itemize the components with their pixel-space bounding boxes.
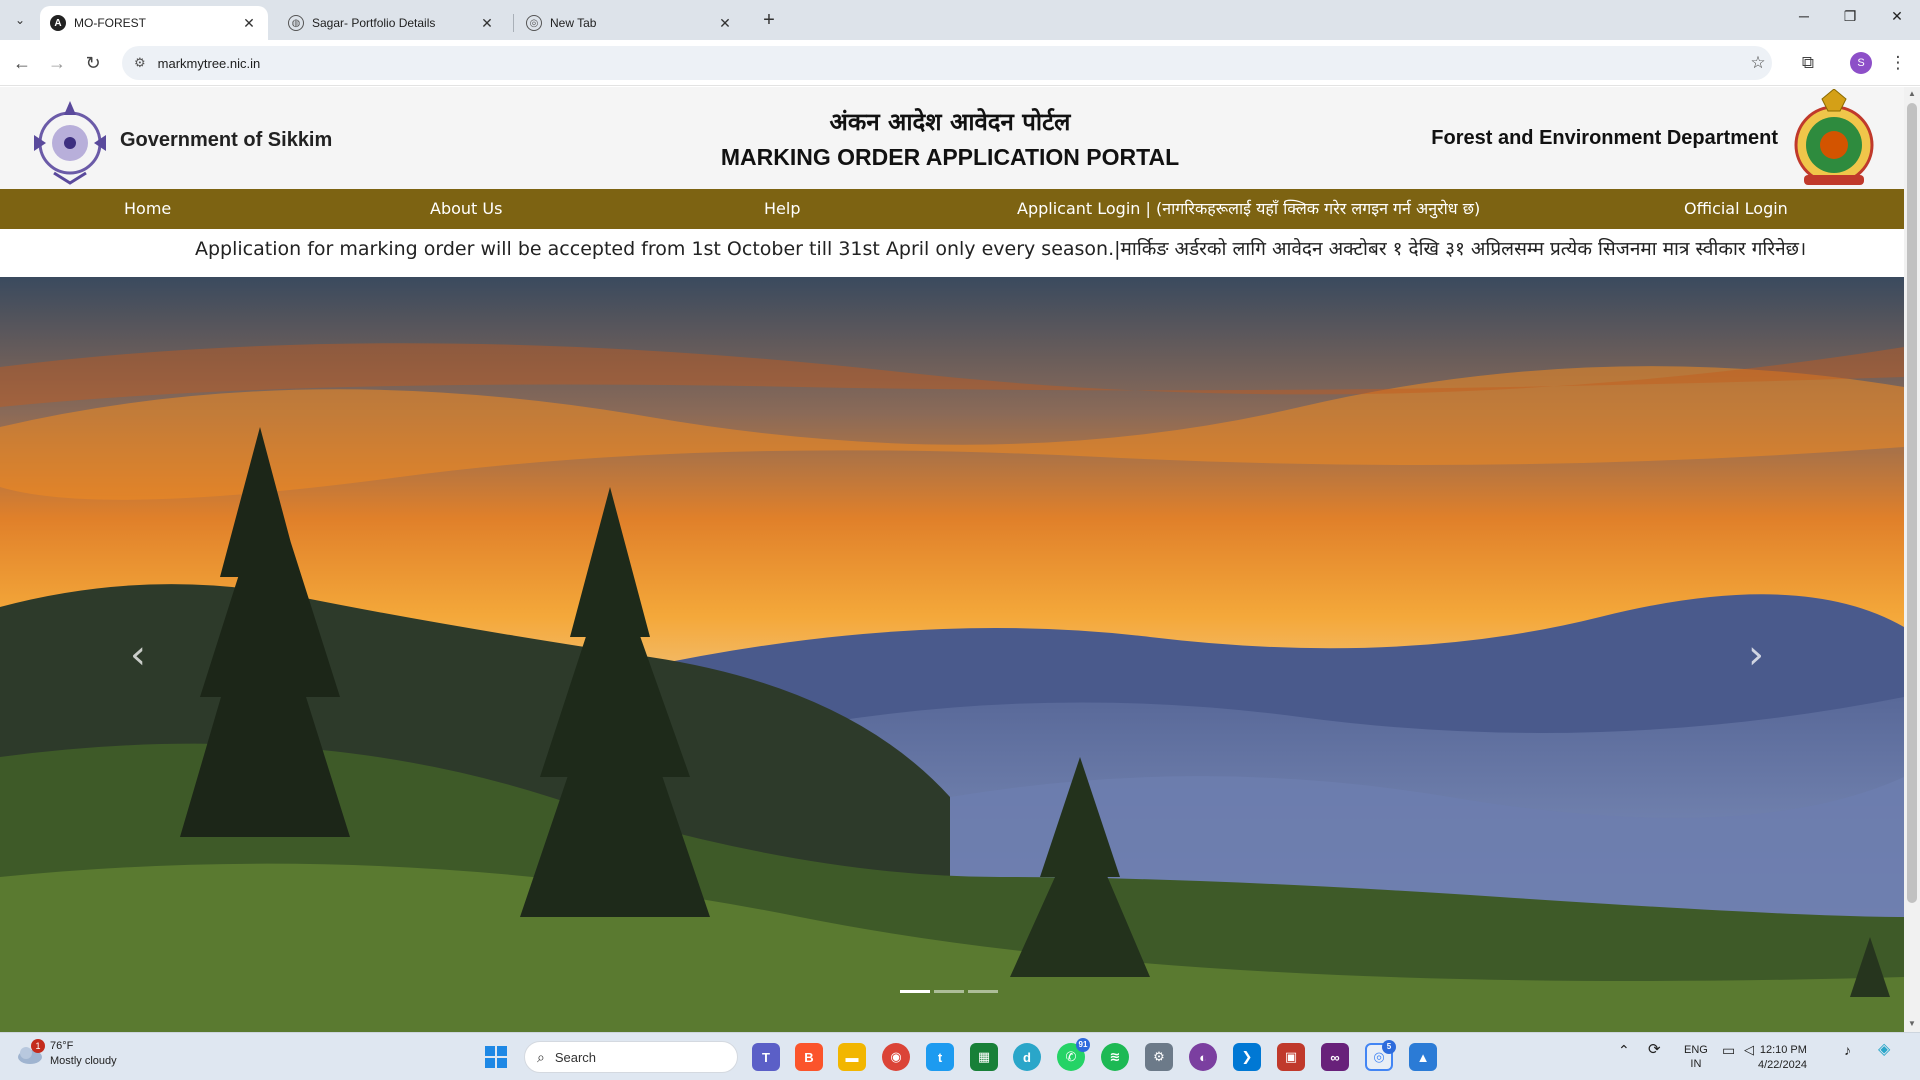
vscode-icon[interactable]: ❯: [1233, 1043, 1261, 1071]
app-d-icon[interactable]: d: [1013, 1043, 1041, 1071]
twitter-icon[interactable]: t: [926, 1043, 954, 1071]
tab-new-tab[interactable]: ◎ New Tab ✕: [516, 6, 744, 40]
nav-official-login[interactable]: Official Login: [1684, 189, 1788, 229]
carousel-prev-icon[interactable]: ‹: [130, 632, 146, 678]
clock-date: 4/22/2024: [1758, 1059, 1807, 1071]
portal-title-hindi: अंकन आदेश आवेदन पोर्टल: [829, 108, 1071, 136]
cloud-icon: 1: [16, 1039, 45, 1065]
tab-mo-forest[interactable]: A MO-FOREST ✕: [40, 6, 268, 40]
sync-icon[interactable]: ⟳: [1648, 1042, 1661, 1057]
site-info-icon[interactable]: ⚙: [134, 55, 146, 71]
close-tab-icon[interactable]: ✕: [240, 14, 258, 32]
sheets-icon[interactable]: ▦: [970, 1043, 998, 1071]
tab-title: New Tab: [550, 16, 597, 30]
notice-marquee: Application for marking order will be ac…: [0, 229, 1904, 269]
scroll-up-icon[interactable]: ▲: [1907, 89, 1917, 98]
search-placeholder: Search: [554, 1049, 597, 1065]
tab-portfolio[interactable]: ◍ Sagar- Portfolio Details ✕: [278, 6, 506, 40]
close-window-icon[interactable]: ✕: [1882, 8, 1912, 32]
chrome-badge: 5: [1382, 1040, 1396, 1054]
close-tab-icon[interactable]: ✕: [716, 14, 734, 32]
notice-text: Application for marking order will be ac…: [195, 238, 1807, 260]
spotify-icon[interactable]: ≋: [1101, 1043, 1129, 1071]
carousel-indicator-2[interactable]: [934, 990, 964, 993]
restore-icon[interactable]: ❐: [1835, 8, 1865, 32]
weather-badge: 1: [31, 1039, 45, 1053]
weather-desc: Mostly cloudy: [50, 1055, 117, 1067]
language-line1[interactable]: ENG: [1684, 1043, 1708, 1057]
tray-overflow-icon[interactable]: ⌃: [1618, 1043, 1630, 1057]
network-icon[interactable]: ▭: [1722, 1043, 1735, 1057]
sikkim-emblem-icon: [34, 101, 106, 185]
clock-time: 12:10 PM: [1759, 1044, 1807, 1056]
bookmark-star-icon[interactable]: ☆: [1745, 50, 1771, 76]
taskbar-clock[interactable]: 12:10 PM 4/22/2024: [1758, 1043, 1807, 1073]
page-scrollbar[interactable]: ▲ ▼: [1904, 87, 1920, 1032]
nav-help[interactable]: Help: [764, 189, 800, 229]
browser-tab-bar: ⌄ A MO-FOREST ✕ ◍ Sagar- Portfolio Detai…: [0, 0, 1920, 40]
government-title: Government of Sikkim: [120, 129, 333, 151]
scroll-down-icon[interactable]: ▼: [1907, 1019, 1917, 1028]
forest-department-emblem-icon: [1794, 89, 1874, 185]
tab-title: Sagar- Portfolio Details: [312, 16, 436, 30]
carousel-next-icon[interactable]: ›: [1748, 632, 1764, 678]
carousel-indicator-1[interactable]: [900, 990, 930, 993]
tab-search-button[interactable]: ⌄: [8, 8, 32, 32]
windows-taskbar: 1 76°F Mostly cloudy ⌕ Search T B ▬ ◉ t …: [0, 1032, 1920, 1080]
notification-bell-icon[interactable]: ♪: [1844, 1043, 1851, 1057]
reload-icon[interactable]: ↻: [80, 50, 106, 76]
carousel-indicator-3[interactable]: [968, 990, 998, 993]
weather-widget[interactable]: 1 76°F Mostly cloudy: [16, 1039, 117, 1069]
chrome-app-icon[interactable]: ◉: [882, 1043, 910, 1071]
tab-separator: [513, 14, 514, 32]
teams-icon[interactable]: T: [752, 1043, 780, 1071]
carousel-indicators: [900, 990, 998, 993]
chrome-icon: ◎: [526, 15, 542, 31]
windows-start-icon[interactable]: [484, 1045, 508, 1069]
tab-title: MO-FOREST: [74, 16, 146, 30]
app-grid-icon[interactable]: ▣: [1277, 1043, 1305, 1071]
web-page: Government of Sikkim अंकन आदेश आवेदन पोर…: [0, 87, 1904, 1032]
whatsapp-badge: 91: [1076, 1038, 1090, 1052]
taskbar-search[interactable]: ⌕ Search: [524, 1041, 738, 1073]
search-icon: ⌕: [537, 1048, 545, 1065]
whatsapp-icon[interactable]: ✆ 91: [1057, 1038, 1090, 1071]
nav-about-us[interactable]: About Us: [430, 189, 502, 229]
new-tab-button[interactable]: +: [758, 10, 780, 32]
brave-icon[interactable]: B: [795, 1043, 823, 1071]
photos-icon[interactable]: ▲: [1409, 1043, 1437, 1071]
scrollbar-thumb[interactable]: [1907, 103, 1917, 903]
browser-toolbar: ← → ↻ ⚙ markmytree.nic.in ☆ ⧉ S ⋮: [0, 40, 1920, 86]
visual-studio-icon[interactable]: ∞: [1321, 1043, 1349, 1071]
copilot-icon[interactable]: ◈: [1878, 1042, 1890, 1058]
portal-title-english: MARKING ORDER APPLICATION PORTAL: [720, 144, 1180, 170]
forward-icon[interactable]: →: [44, 50, 70, 76]
globe-icon: ◍: [288, 15, 304, 31]
nav-home[interactable]: Home: [124, 189, 171, 229]
site-header: Government of Sikkim अंकन आदेश आवेदन पोर…: [0, 87, 1904, 189]
back-icon[interactable]: ←: [9, 50, 35, 76]
file-explorer-icon[interactable]: ▬: [838, 1043, 866, 1071]
forest-sunset-slide-image: [0, 277, 1904, 1032]
language-line2[interactable]: IN: [1684, 1057, 1708, 1071]
profile-avatar[interactable]: S: [1850, 52, 1872, 74]
minimize-icon[interactable]: ─: [1789, 8, 1819, 32]
angular-icon: A: [50, 15, 66, 31]
settings-gear-icon[interactable]: ⚙: [1145, 1043, 1173, 1071]
weather-temp: 76°F: [50, 1040, 74, 1052]
menu-kebab-icon[interactable]: ⋮: [1885, 50, 1911, 76]
address-bar[interactable]: ⚙ markmytree.nic.in: [122, 46, 1772, 80]
department-title: Forest and Environment Department: [1431, 127, 1778, 149]
chrome-active-icon[interactable]: ◎ 5: [1365, 1040, 1396, 1071]
volume-icon[interactable]: ◁: [1744, 1043, 1754, 1057]
url-text: markmytree.nic.in: [157, 55, 261, 71]
github-desktop-icon[interactable]: ◐: [1189, 1043, 1217, 1071]
nav-applicant-login[interactable]: Applicant Login | (नागरिकहरूलाई यहाँ क्ल…: [1017, 189, 1480, 229]
close-tab-icon[interactable]: ✕: [478, 14, 496, 32]
main-navigation: Home About Us Help Applicant Login | (ना…: [0, 189, 1904, 229]
hero-carousel: ‹ ›: [0, 277, 1904, 1032]
extensions-icon[interactable]: ⧉: [1795, 50, 1821, 76]
portal-titles: अंकन आदेश आवेदन पोर्टल MARKING ORDER APP…: [600, 105, 1300, 171]
